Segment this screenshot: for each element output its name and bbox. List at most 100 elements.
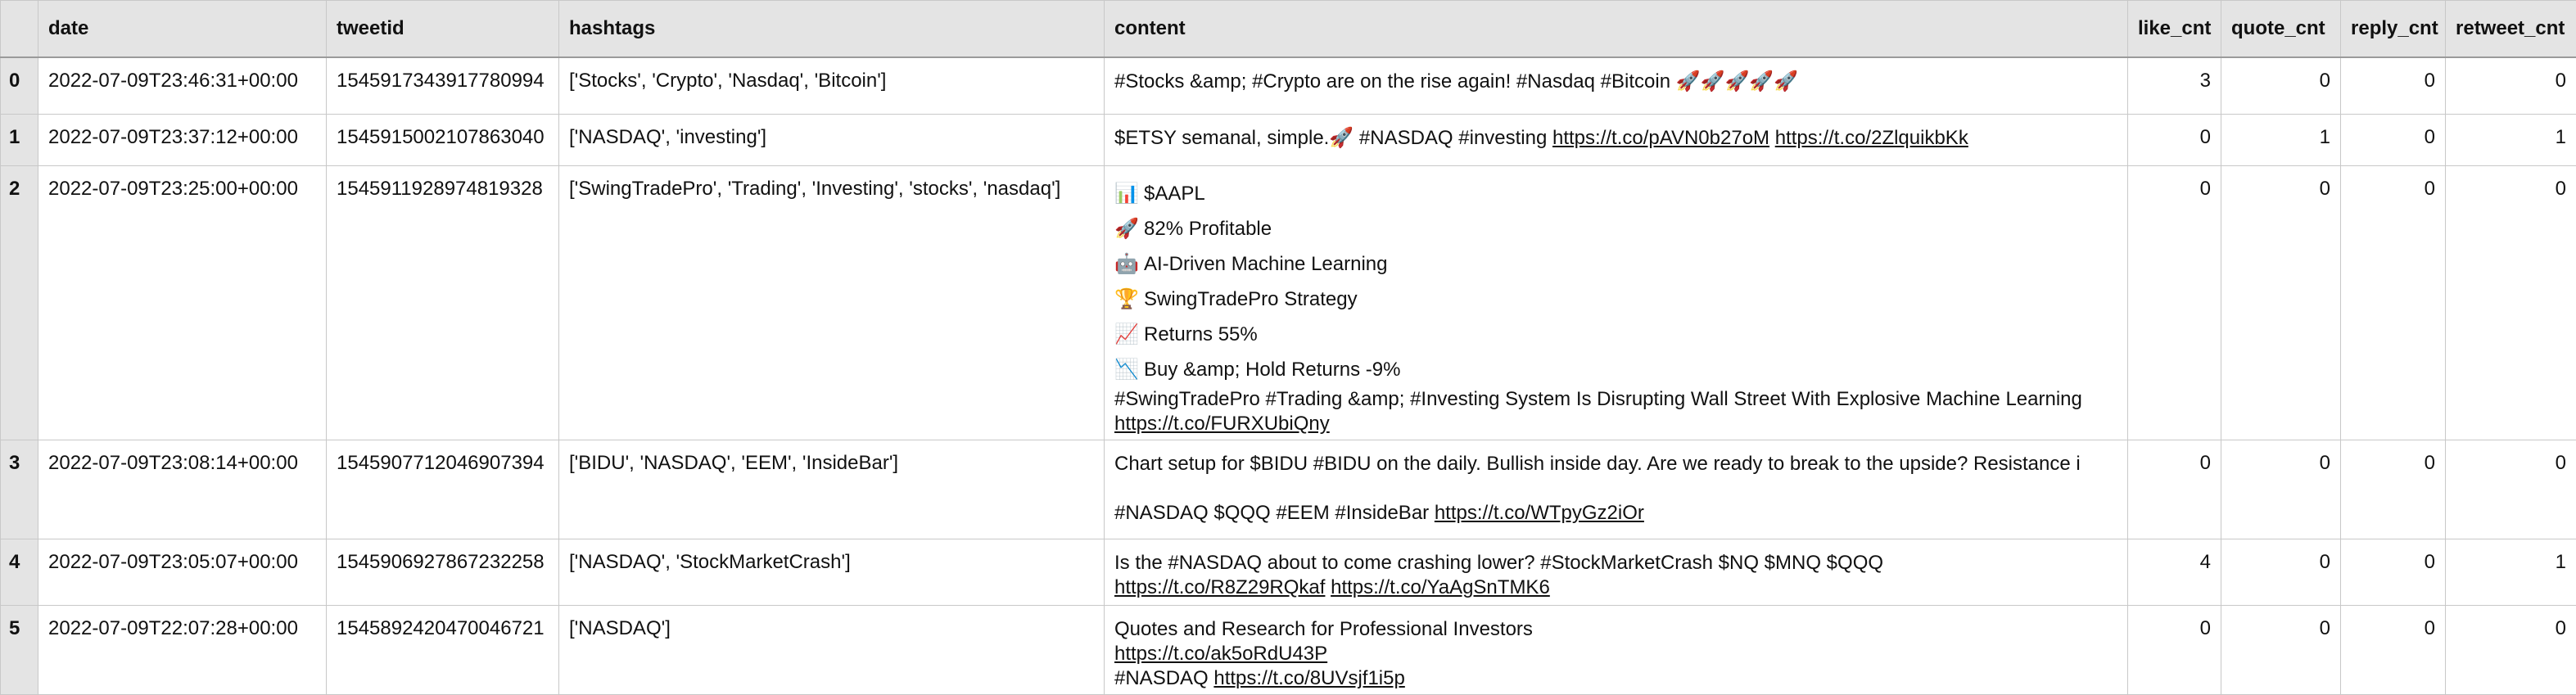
content-line: Is the #NASDAQ about to come crashing lo… [1114, 546, 2117, 575]
cell-like-cnt[interactable]: 0 [2128, 606, 2221, 695]
content-link[interactable]: https://t.co/ak5oRdU43P [1114, 643, 1327, 665]
content-link[interactable]: https://t.co/2ZlquikbKk [1775, 127, 1968, 149]
column-header-content[interactable]: content [1105, 1, 2128, 58]
content-link[interactable]: https://t.co/8UVsjf1i5p [1213, 667, 1404, 689]
content-text: #Stocks &amp; #Crypto are on the rise ag… [1114, 70, 1798, 93]
content-text: Is the #NASDAQ about to come crashing lo… [1114, 552, 1883, 574]
content-link[interactable]: https://t.co/YaAgSnTMK6 [1331, 576, 1550, 598]
cell-content[interactable]: Is the #NASDAQ about to come crashing lo… [1105, 539, 2128, 606]
cell-hashtags[interactable]: ['SwingTradePro', 'Trading', 'Investing'… [559, 166, 1105, 440]
cell-date[interactable]: 2022-07-09T23:37:12+00:00 [38, 115, 327, 166]
content-line: #SwingTradePro #Trading &amp; #Investing… [1114, 387, 2117, 412]
cell-date[interactable]: 2022-07-09T23:46:31+00:00 [38, 57, 327, 115]
cell-like-cnt[interactable]: 3 [2128, 57, 2221, 115]
cell-date[interactable]: 2022-07-09T22:07:28+00:00 [38, 606, 327, 695]
content-text: Returns 55% [1144, 323, 1258, 345]
column-header-retweet-cnt[interactable]: retweet_cnt [2446, 1, 2576, 58]
column-header-like-cnt[interactable]: like_cnt [2128, 1, 2221, 58]
cell-hashtags[interactable]: ['Stocks', 'Crypto', 'Nasdaq', 'Bitcoin'… [559, 57, 1105, 115]
content-line: https://t.co/R8Z29RQkaf https://t.co/YaA… [1114, 575, 2117, 600]
table-row[interactable]: 4 2022-07-09T23:05:07+00:00 154590692786… [1, 539, 2576, 606]
column-header-reply-cnt[interactable]: reply_cnt [2341, 1, 2446, 58]
cell-retweet-cnt[interactable]: 0 [2446, 57, 2576, 115]
content-line: #Stocks &amp; #Crypto are on the rise ag… [1114, 65, 2117, 94]
table-row[interactable]: 3 2022-07-09T23:08:14+00:00 154590771204… [1, 440, 2576, 539]
content-line-blank [1114, 476, 2117, 501]
cell-like-cnt[interactable]: 0 [2128, 166, 2221, 440]
cell-retweet-cnt[interactable]: 0 [2446, 166, 2576, 440]
cell-like-cnt[interactable]: 0 [2128, 115, 2221, 166]
cell-hashtags[interactable]: ['NASDAQ', 'StockMarketCrash'] [559, 539, 1105, 606]
content-line: #NASDAQ https://t.co/8UVsjf1i5p [1114, 666, 2117, 691]
cell-retweet-cnt[interactable]: 0 [2446, 606, 2576, 695]
column-header-tweetid[interactable]: tweetid [327, 1, 559, 58]
content-link[interactable]: https://t.co/R8Z29RQkaf [1114, 576, 1325, 598]
content-line: 🚀82% Profitable [1114, 211, 2117, 246]
cell-reply-cnt[interactable]: 0 [2341, 539, 2446, 606]
cell-hashtags[interactable]: ['NASDAQ', 'investing'] [559, 115, 1105, 166]
cell-hashtags[interactable]: ['BIDU', 'NASDAQ', 'EEM', 'InsideBar'] [559, 440, 1105, 539]
cell-date[interactable]: 2022-07-09T23:05:07+00:00 [38, 539, 327, 606]
cell-retweet-cnt[interactable]: 0 [2446, 440, 2576, 539]
content-link[interactable]: https://t.co/pAVN0b27oM [1552, 127, 1769, 149]
cell-reply-cnt[interactable]: 0 [2341, 440, 2446, 539]
cell-content[interactable]: $ETSY semanal, simple.🚀 #NASDAQ #investi… [1105, 115, 2128, 166]
column-header-hashtags[interactable]: hashtags [559, 1, 1105, 58]
cell-quote-cnt[interactable]: 0 [2221, 606, 2341, 695]
cell-content[interactable]: #Stocks &amp; #Crypto are on the rise ag… [1105, 57, 2128, 115]
table-row[interactable]: 5 2022-07-09T22:07:28+00:00 154589242047… [1, 606, 2576, 695]
row-index: 1 [1, 115, 38, 166]
table-row[interactable]: 1 2022-07-09T23:37:12+00:00 154591500210… [1, 115, 2576, 166]
content-text: $AAPL [1144, 183, 1205, 205]
content-text: Buy &amp; Hold Returns -9% [1144, 359, 1400, 381]
cell-retweet-cnt[interactable]: 1 [2446, 115, 2576, 166]
cell-date[interactable]: 2022-07-09T23:25:00+00:00 [38, 166, 327, 440]
content-line: 📈Returns 55% [1114, 317, 2117, 352]
dataframe-table: date tweetid hashtags content like_cnt q… [0, 0, 2576, 695]
column-header-date[interactable]: date [38, 1, 327, 58]
cell-content[interactable]: Quotes and Research for Professional Inv… [1105, 606, 2128, 695]
content-text: Quotes and Research for Professional Inv… [1114, 618, 1533, 640]
table-row[interactable]: 2 2022-07-09T23:25:00+00:00 154591192897… [1, 166, 2576, 440]
cell-tweetid[interactable]: 1545915002107863040 [327, 115, 559, 166]
cell-like-cnt[interactable]: 4 [2128, 539, 2221, 606]
index-header [1, 1, 38, 58]
cell-tweetid[interactable]: 1545917343917780994 [327, 57, 559, 115]
cell-reply-cnt[interactable]: 0 [2341, 166, 2446, 440]
content-line: https://t.co/FURXUbiQny [1114, 412, 2117, 436]
cell-tweetid[interactable]: 1545911928974819328 [327, 166, 559, 440]
cell-reply-cnt[interactable]: 0 [2341, 115, 2446, 166]
cell-retweet-cnt[interactable]: 1 [2446, 539, 2576, 606]
content-text: AI-Driven Machine Learning [1144, 253, 1387, 275]
cell-tweetid[interactable]: 1545906927867232258 [327, 539, 559, 606]
content-line: Chart setup for $BIDU #BIDU on the daily… [1114, 447, 2117, 476]
cell-quote-cnt[interactable]: 0 [2221, 440, 2341, 539]
cell-tweetid[interactable]: 1545907712046907394 [327, 440, 559, 539]
cell-quote-cnt[interactable]: 0 [2221, 57, 2341, 115]
cell-content[interactable]: 📊$AAPL 🚀82% Profitable 🤖 AI-Driven Machin… [1105, 166, 2128, 440]
cell-content[interactable]: Chart setup for $BIDU #BIDU on the daily… [1105, 440, 2128, 539]
column-header-quote-cnt[interactable]: quote_cnt [2221, 1, 2341, 58]
content-text: Chart setup for $BIDU #BIDU on the daily… [1114, 453, 2081, 475]
content-link[interactable]: https://t.co/WTpyGz2iOr [1435, 502, 1644, 524]
cell-quote-cnt[interactable]: 0 [2221, 166, 2341, 440]
cell-reply-cnt[interactable]: 0 [2341, 606, 2446, 695]
row-index: 0 [1, 57, 38, 115]
table-row[interactable]: 0 2022-07-09T23:46:31+00:00 154591734391… [1, 57, 2576, 115]
row-index: 3 [1, 440, 38, 539]
cell-date[interactable]: 2022-07-09T23:08:14+00:00 [38, 440, 327, 539]
content-line: Quotes and Research for Professional Inv… [1114, 612, 2117, 642]
content-line: 📊$AAPL [1114, 176, 2117, 211]
row-index: 5 [1, 606, 38, 695]
content-line: 📉Buy &amp; Hold Returns -9% [1114, 352, 2117, 387]
cell-quote-cnt[interactable]: 1 [2221, 115, 2341, 166]
cell-like-cnt[interactable]: 0 [2128, 440, 2221, 539]
content-text: 82% Profitable [1144, 218, 1272, 240]
cell-reply-cnt[interactable]: 0 [2341, 57, 2446, 115]
content-text: SwingTradePro Strategy [1144, 288, 1358, 310]
robot-icon: 🤖 [1114, 246, 1137, 282]
cell-quote-cnt[interactable]: 0 [2221, 539, 2341, 606]
content-link[interactable]: https://t.co/FURXUbiQny [1114, 413, 1330, 435]
cell-tweetid[interactable]: 1545892420470046721 [327, 606, 559, 695]
cell-hashtags[interactable]: ['NASDAQ'] [559, 606, 1105, 695]
